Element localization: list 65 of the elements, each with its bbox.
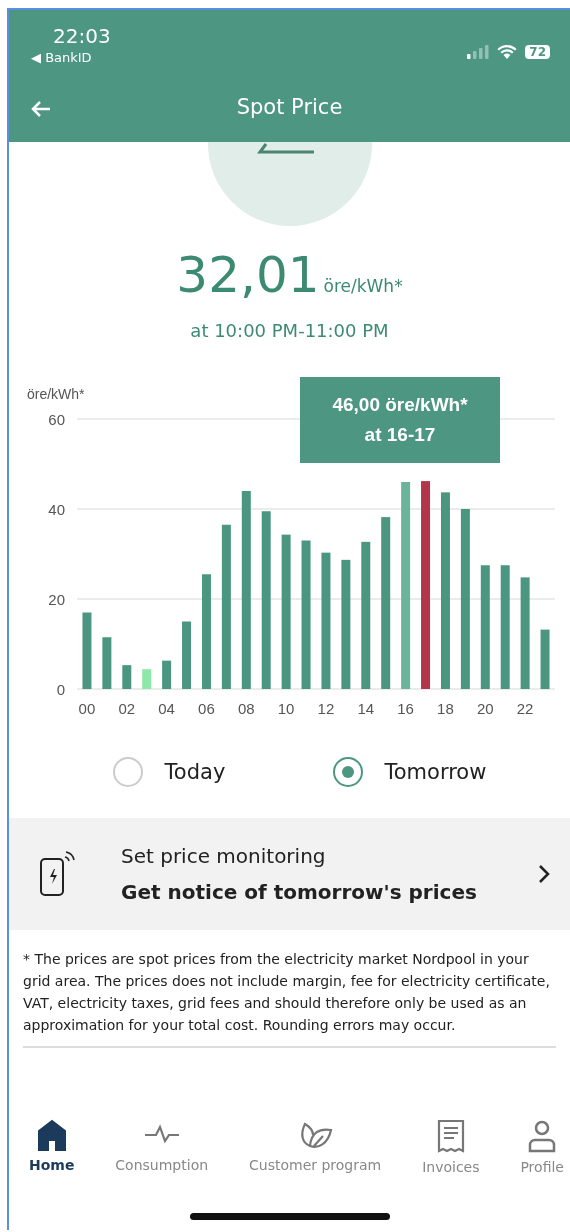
price-bar[interactable] [421,481,431,689]
price-bar[interactable] [281,534,291,689]
radio-button[interactable] [112,757,143,787]
receipt-icon [435,1119,466,1153]
footnote-text: * The prices are spot prices from the electricity market Nordpool in your grid area. The prices does not include margin, fee for electricity certificate, VAT, electricity taxes, grid fees and should therefore only be used as an approximation for your total cost. Rounding errors may occur. [23,948,556,1048]
person-icon [527,1119,558,1153]
page-title: Spot Price [236,95,343,119]
price-unit: öre/kWh* [323,276,403,296]
x-tick-label: 02 [118,700,136,717]
price-bar[interactable] [122,665,132,689]
status-time: 22:03 [52,24,111,48]
radio-label[interactable]: Tomorrow [384,760,487,784]
y-tick-label: 60 [48,411,65,428]
x-tick-label: 08 [237,700,255,717]
back-to-app-link[interactable]: ◀ BankID [31,50,111,65]
tooltip-time: at 16-17 [364,424,436,446]
price-bar[interactable] [480,565,490,689]
price-bar[interactable] [520,577,530,689]
price-monitoring-row[interactable]: Set price monitoring Get notice of tomorrow's prices [9,818,570,930]
price-bar[interactable] [201,574,211,689]
chevron-right-icon [538,864,550,884]
y-axis-label: öre/kWh* [27,386,85,402]
y-tick-label: 20 [48,591,65,608]
monitoring-title: Set price monitoring [121,844,327,868]
price-bar[interactable] [261,511,271,689]
price-period: at 10:00 PM-11:00 PM [189,320,390,341]
wifi-icon [497,44,518,59]
price-bar[interactable] [221,524,231,689]
tab-bar-item[interactable]: Profile [520,1119,564,1185]
x-tick-label: 12 [317,700,335,717]
price-bar[interactable] [182,621,192,689]
x-tick-label: 00 [78,700,96,717]
phone-notification-icon [39,851,75,897]
tab-bar-item[interactable]: Home [29,1119,75,1185]
x-tick-label: 20 [476,700,494,717]
x-tick-label: 14 [357,700,375,717]
x-tick-label: 04 [158,700,175,717]
battery-indicator: 72 [525,44,550,59]
tab-bar-item[interactable]: Customer program [249,1119,382,1185]
radio-button[interactable] [332,757,363,787]
price-value: 32,01 [176,246,320,304]
price-bar[interactable] [162,660,172,689]
home-icon [36,1119,67,1151]
back-arrow-icon[interactable] [31,100,51,118]
tooltip-price: 46,00 öre/kWh* [332,394,468,416]
monitoring-subtitle: Get notice of tomorrow's prices [121,880,478,904]
x-tick-label: 18 [437,700,454,717]
radio-label[interactable]: Today [164,760,226,784]
price-bar[interactable] [500,565,510,689]
price-bar[interactable] [440,492,450,689]
x-tick-label: 16 [397,700,414,717]
y-tick-label: 40 [48,501,65,518]
price-bar[interactable] [361,541,371,689]
x-tick-label: 22 [516,700,534,717]
signal-icon [467,44,490,59]
x-tick-label: 10 [277,700,295,717]
tab-bar-item[interactable]: Consumption [115,1119,209,1185]
price-bar[interactable] [381,517,391,689]
price-bar[interactable] [241,491,251,689]
price-bar[interactable] [341,559,351,689]
x-tick-label: 06 [198,700,215,717]
tab-bar-item[interactable]: Invoices [422,1119,480,1185]
price-bar[interactable] [102,637,112,689]
y-tick-label: 0 [56,681,65,698]
price-bar[interactable] [460,509,470,689]
